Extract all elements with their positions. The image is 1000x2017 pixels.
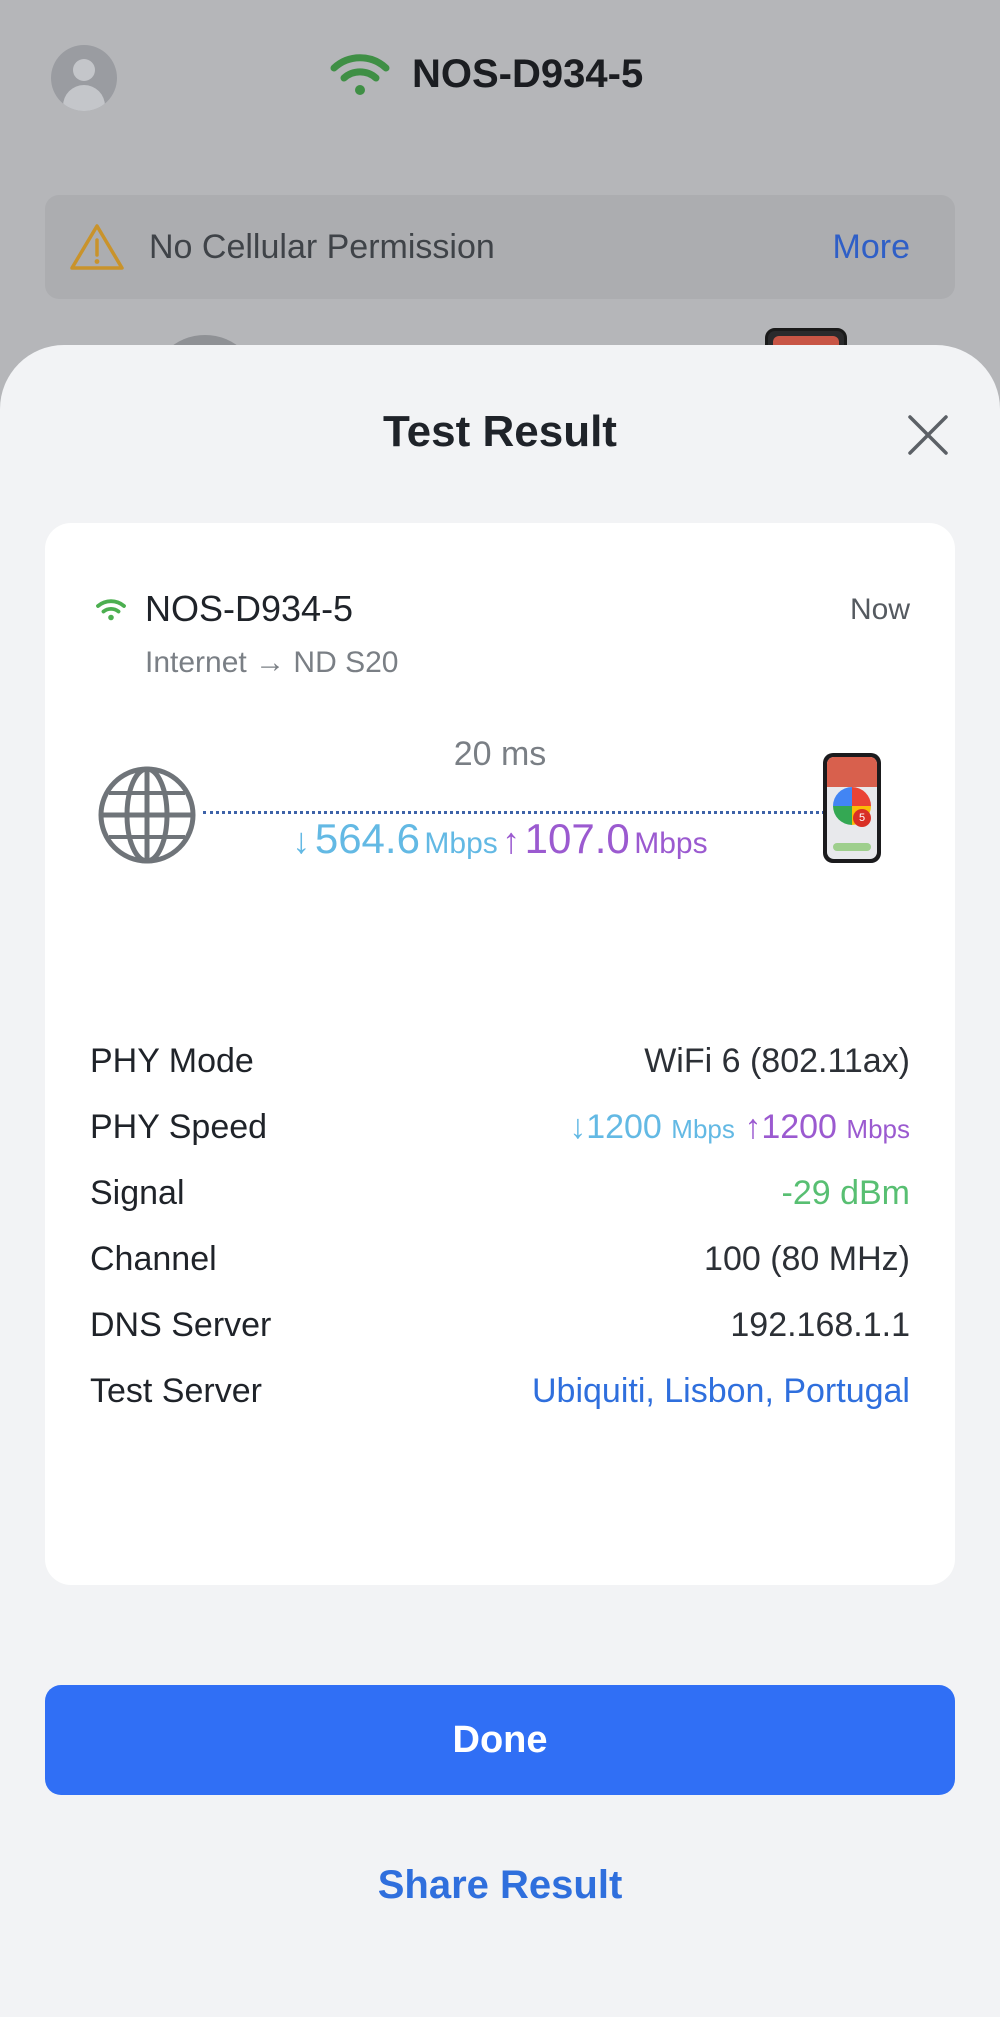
test-server-link[interactable]: Ubiquiti, Lisbon, Portugal — [532, 1372, 910, 1411]
signal-value: -29 dBm — [781, 1173, 911, 1212]
network-name: NOS-D934-5 — [412, 51, 644, 96]
sheet-title: Test Result — [383, 407, 617, 456]
detail-row-test-server: Test Server Ubiquiti, Lisbon, Portugal — [90, 1358, 910, 1424]
upload-unit: Mbps — [634, 827, 708, 860]
wifi-icon — [96, 599, 126, 621]
signal-label: Signal — [90, 1173, 185, 1212]
warning-icon — [70, 224, 124, 270]
download-speed: 564.6 — [314, 815, 420, 862]
done-button[interactable]: Done — [45, 1685, 955, 1795]
phy-speed-down: 1200 — [586, 1107, 662, 1146]
result-network: NOS-D934-5 — [95, 588, 353, 630]
phy-up-arrow-icon: ↑ — [744, 1107, 762, 1146]
dns-value: 192.168.1.1 — [730, 1305, 910, 1344]
detail-row-phy-speed: PHY Speed ↓1200 Mbps ↑1200 Mbps — [90, 1094, 910, 1160]
wifi-icon — [330, 54, 390, 95]
details-list: PHY Mode WiFi 6 (802.11ax) PHY Speed ↓12… — [90, 1028, 910, 1424]
result-ssid: NOS-D934-5 — [145, 588, 354, 629]
detail-row-phy-mode: PHY Mode WiFi 6 (802.11ax) — [90, 1028, 910, 1094]
detail-row-dns: DNS Server 192.168.1.1 — [90, 1292, 910, 1358]
phy-down-arrow-icon: ↓ — [569, 1107, 587, 1146]
detail-row-channel: Channel 100 (80 MHz) — [90, 1226, 910, 1292]
channel-value: 100 (80 MHz) — [704, 1239, 910, 1278]
speed-results: ↓ 564.6 Mbps ↑ 107.0 Mbps — [45, 815, 955, 863]
phy-speed-value: ↓1200 Mbps ↑1200 Mbps — [569, 1108, 910, 1147]
channel-label: Channel — [90, 1239, 217, 1278]
phy-mode-label: PHY Mode — [90, 1041, 254, 1080]
dns-label: DNS Server — [90, 1305, 272, 1344]
test-result-sheet: Test Result NOS-D934-5 Now Internet → ND… — [0, 345, 1000, 2017]
connection-line — [203, 811, 825, 814]
result-path: Internet → ND S20 — [145, 646, 399, 679]
background-header: NOS-D934-5 — [0, 0, 1000, 160]
test-server-label: Test Server — [90, 1371, 262, 1410]
download-unit: Mbps — [424, 827, 498, 860]
result-card: NOS-D934-5 Now Internet → ND S20 20 ms 5… — [45, 523, 955, 1585]
phy-mode-value: WiFi 6 (802.11ax) — [644, 1041, 910, 1080]
banner-message: No Cellular Permission — [149, 227, 495, 266]
phy-speed-up-unit: Mbps — [846, 1113, 910, 1144]
upload-speed: 107.0 — [524, 815, 630, 862]
share-result-button[interactable]: Share Result — [0, 1863, 1000, 1908]
result-time: Now — [849, 593, 910, 626]
detail-row-signal: Signal -29 dBm — [90, 1160, 910, 1226]
phy-speed-down-unit: Mbps — [671, 1113, 735, 1144]
permission-banner: No Cellular Permission More — [45, 195, 955, 299]
avatar[interactable] — [51, 45, 117, 111]
phy-speed-label: PHY Speed — [90, 1107, 268, 1146]
phy-speed-up: 1200 — [761, 1107, 837, 1146]
download-arrow-icon: ↓ — [292, 820, 311, 861]
more-link[interactable]: More — [833, 228, 910, 267]
close-icon[interactable] — [906, 413, 950, 457]
network-title: NOS-D934-5 — [330, 50, 643, 98]
upload-arrow-icon: ↑ — [502, 820, 521, 861]
latency-value: 20 ms — [453, 735, 547, 773]
